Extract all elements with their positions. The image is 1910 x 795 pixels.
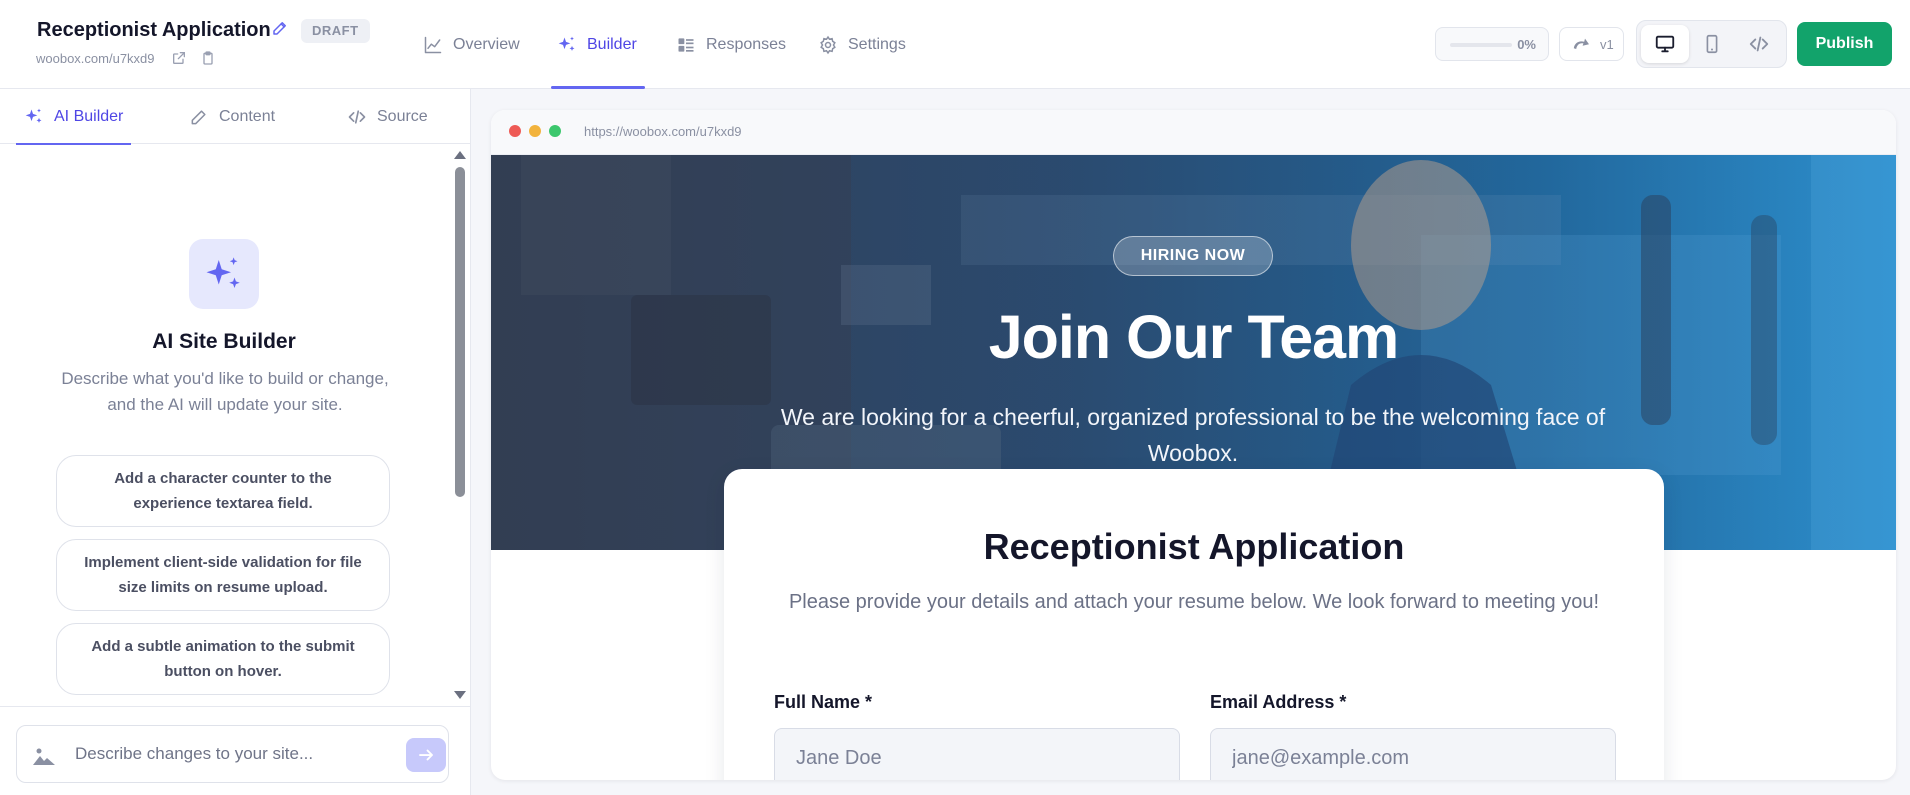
tab-label: Overview <box>453 35 520 53</box>
panel-scrollbar[interactable] <box>451 149 468 699</box>
site-url[interactable]: woobox.com/u7kxd9 <box>36 51 155 66</box>
tab-overview[interactable]: Overview <box>423 0 520 89</box>
sparkles-icon <box>558 36 575 51</box>
maximize-dot <box>549 125 561 137</box>
undo-icon <box>1573 38 1589 49</box>
progress-track <box>1450 43 1512 47</box>
full-name-field[interactable] <box>774 728 1180 780</box>
sparkles-icon <box>206 257 240 288</box>
suggestion-chip[interactable]: Add a subtle animation to the submit but… <box>56 623 390 695</box>
full-name-label: Full Name * <box>774 692 873 712</box>
tab-label: Content <box>219 107 276 125</box>
tab-label: Responses <box>706 35 787 53</box>
tab-ai-builder[interactable]: AI Builder <box>15 89 132 145</box>
ai-builder-description: Describe what you'd like to build or cha… <box>61 369 389 414</box>
tab-settings[interactable]: Settings <box>818 0 906 89</box>
minimize-dot <box>529 125 541 137</box>
publish-button[interactable]: Publish <box>1797 22 1892 66</box>
code-view-button[interactable] <box>1735 25 1783 63</box>
clipboard-icon[interactable] <box>200 50 216 66</box>
mobile-view-button[interactable] <box>1688 25 1736 63</box>
ai-builder-icon <box>189 239 259 309</box>
close-dot <box>509 125 521 137</box>
tab-label: AI Builder <box>54 107 124 125</box>
top-bar: Receptionist Application DRAFT woobox.co… <box>0 0 1910 89</box>
suggestion-chip[interactable]: Add a character counter to the experienc… <box>56 455 390 527</box>
code-icon <box>348 109 366 124</box>
status-badge: DRAFT <box>301 19 370 43</box>
chat-box <box>16 725 449 783</box>
progress-label: 0% <box>1517 37 1536 52</box>
form-title: Receptionist Application <box>983 526 1405 567</box>
arrow-right-icon <box>419 749 433 761</box>
chart-line-icon <box>424 36 442 53</box>
scroll-thumb[interactable] <box>455 167 465 497</box>
progress-indicator: 0% <box>1435 27 1549 61</box>
tab-responses[interactable]: Responses <box>676 0 786 89</box>
pencil-icon[interactable] <box>271 19 289 37</box>
site-preview: https://woobox.com/u7kxd9 HIRING NOW Joi… <box>491 110 1896 780</box>
browser-url: https://woobox.com/u7kxd9 <box>584 124 742 139</box>
form-description: Please provide your details and attach y… <box>788 591 1600 613</box>
hero-title: Join Our Team <box>988 303 1400 371</box>
gear-icon <box>820 35 836 54</box>
ai-builder-title: AI Site Builder <box>152 330 296 353</box>
device-toggle <box>1636 20 1787 68</box>
application-form: Receptionist Application Please provide … <box>724 469 1664 780</box>
list-icon <box>678 37 694 52</box>
hiring-badge: HIRING NOW <box>1113 236 1273 276</box>
version-button[interactable]: v1 <box>1559 27 1624 61</box>
left-panel: AI Builder Content Source AI Site Builde… <box>0 89 471 795</box>
panel-tabs: AI Builder Content Source <box>0 89 470 145</box>
desktop-view-button[interactable] <box>1641 25 1689 63</box>
sparkles-icon <box>25 108 42 123</box>
tab-source[interactable]: Source <box>347 89 428 144</box>
version-label: v1 <box>1600 37 1614 52</box>
tab-label: Settings <box>848 35 906 53</box>
send-button[interactable] <box>406 738 446 772</box>
browser-bar: https://woobox.com/u7kxd9 <box>491 110 1896 155</box>
chat-input[interactable] <box>75 736 375 772</box>
tab-label: Builder <box>587 35 637 53</box>
scroll-down-arrow[interactable] <box>454 691 466 699</box>
chat-area <box>0 706 470 795</box>
hero-subtitle: We are looking for a cheerful, organized… <box>780 404 1606 466</box>
tab-builder[interactable]: Builder <box>551 0 645 89</box>
email-label: Email Address * <box>1210 692 1347 712</box>
suggestion-chip[interactable]: Implement client-side validation for fil… <box>56 539 390 611</box>
app-title: Receptionist Application <box>37 19 271 41</box>
pencil-icon <box>191 109 206 124</box>
image-upload-icon[interactable] <box>32 745 56 767</box>
tab-label: Source <box>377 107 428 125</box>
scroll-up-arrow[interactable] <box>454 151 466 159</box>
tab-content[interactable]: Content <box>189 89 275 144</box>
email-field[interactable] <box>1210 728 1616 780</box>
code-icon <box>1749 36 1769 52</box>
external-link-icon[interactable] <box>171 50 187 66</box>
monitor-icon <box>1655 35 1675 53</box>
phone-icon <box>1706 34 1718 54</box>
